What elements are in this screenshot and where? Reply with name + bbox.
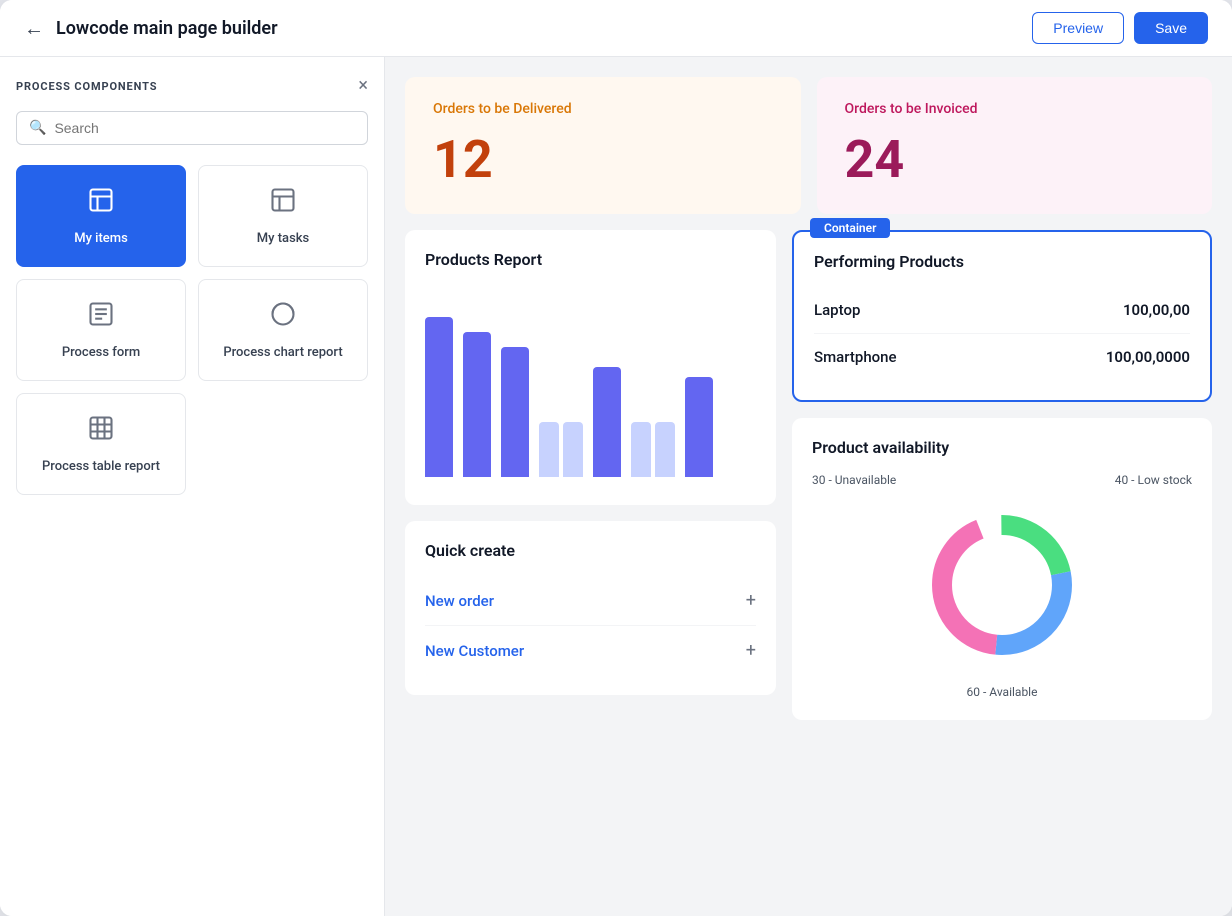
app-window: ← Lowcode main page builder Preview Save… (0, 0, 1232, 916)
bar-group-7 (685, 377, 713, 477)
sidebar-title: PROCESS COMPONENTS (16, 80, 157, 93)
laptop-name: Laptop (814, 301, 860, 319)
invoice-label: Orders to be Invoiced (845, 101, 1185, 117)
process-table-label: Process table report (42, 459, 160, 474)
save-button[interactable]: Save (1134, 12, 1208, 44)
main-content: PROCESS COMPONENTS × 🔍 My items (0, 57, 1232, 916)
my-tasks-icon (269, 186, 297, 221)
invoice-value: 24 (845, 129, 1185, 190)
page-title: Lowcode main page builder (56, 18, 278, 39)
header-left: ← Lowcode main page builder (24, 16, 278, 41)
bar-dark-2 (463, 332, 491, 477)
left-column: Products Report (405, 230, 776, 720)
sidebar-header: PROCESS COMPONENTS × (16, 77, 368, 95)
bar-chart (425, 285, 756, 485)
my-items-icon (87, 186, 115, 221)
bottom-section: Products Report (405, 230, 1212, 720)
deliver-value: 12 (433, 129, 773, 190)
deliver-label: Orders to be Delivered (433, 101, 773, 117)
header-actions: Preview Save (1032, 12, 1208, 44)
smartphone-name: Smartphone (814, 348, 897, 366)
product-availability-card: Product availability 30 - Unavailable 40… (792, 418, 1212, 720)
component-process-chart[interactable]: Process chart report (198, 279, 368, 381)
my-tasks-label: My tasks (257, 231, 309, 246)
smartphone-value: 100,00,0000 (1106, 348, 1190, 366)
new-order-label: New order (425, 592, 494, 610)
laptop-value: 100,00,00 (1123, 301, 1190, 319)
donut-wrapper (812, 495, 1192, 675)
legend-lowstock: 40 - Low stock (1115, 473, 1192, 487)
stat-card-invoice: Orders to be Invoiced 24 (817, 77, 1213, 214)
bar-dark-5 (593, 367, 621, 477)
bar-dark-1 (425, 317, 453, 477)
bar-group-5 (593, 367, 621, 477)
products-report-title: Products Report (425, 250, 756, 269)
bar-group-2 (463, 332, 491, 477)
donut-chart (912, 495, 1092, 675)
process-form-label: Process form (62, 345, 140, 360)
sidebar: PROCESS COMPONENTS × 🔍 My items (0, 57, 385, 916)
stat-row: Orders to be Delivered 12 Orders to be I… (405, 77, 1212, 214)
my-items-label: My items (74, 231, 128, 246)
bar-group-1 (425, 317, 453, 477)
legend-available: 60 - Available (967, 685, 1038, 699)
bar-light-6a (631, 422, 651, 477)
process-table-icon (87, 414, 115, 449)
canvas: Orders to be Delivered 12 Orders to be I… (385, 57, 1232, 916)
bar-dark-7 (685, 377, 713, 477)
new-customer-label: New Customer (425, 642, 524, 660)
bar-group-4 (539, 422, 583, 477)
search-input[interactable] (54, 120, 355, 136)
back-button[interactable]: ← (24, 16, 44, 41)
performing-products-card: Container Performing Products Laptop 100… (792, 230, 1212, 402)
new-customer-plus-icon: + (746, 640, 756, 661)
header: ← Lowcode main page builder Preview Save (0, 0, 1232, 57)
search-icon: 🔍 (29, 120, 46, 136)
component-my-items[interactable]: My items (16, 165, 186, 267)
quick-create-card: Quick create New order + New Customer + (405, 521, 776, 695)
bar-group-6 (631, 422, 675, 477)
bar-group-3 (501, 347, 529, 477)
bar-light-6b (655, 422, 675, 477)
preview-button[interactable]: Preview (1032, 12, 1124, 44)
component-grid: My items My tasks (16, 165, 368, 495)
container-badge: Container (810, 218, 890, 238)
process-chart-label: Process chart report (223, 345, 342, 360)
process-chart-icon (269, 300, 297, 335)
component-my-tasks[interactable]: My tasks (198, 165, 368, 267)
product-row-laptop: Laptop 100,00,00 (814, 287, 1190, 334)
bar-dark-4a (539, 422, 559, 477)
legend-unavailable: 30 - Unavailable (812, 473, 896, 487)
performing-products-title: Performing Products (814, 252, 1190, 271)
products-report-card: Products Report (405, 230, 776, 505)
quick-create-title: Quick create (425, 541, 756, 560)
component-process-table[interactable]: Process table report (16, 393, 186, 495)
stat-card-deliver: Orders to be Delivered 12 (405, 77, 801, 214)
product-row-smartphone: Smartphone 100,00,0000 (814, 334, 1190, 380)
bar-dark-4b (563, 422, 583, 477)
bar-dark-3 (501, 347, 529, 477)
search-box: 🔍 (16, 111, 368, 145)
process-form-icon (87, 300, 115, 335)
availability-title: Product availability (812, 438, 1192, 457)
quick-create-new-order[interactable]: New order + (425, 576, 756, 626)
close-icon[interactable]: × (358, 77, 368, 95)
component-process-form[interactable]: Process form (16, 279, 186, 381)
right-column: Container Performing Products Laptop 100… (792, 230, 1212, 720)
quick-create-new-customer[interactable]: New Customer + (425, 626, 756, 675)
new-order-plus-icon: + (746, 590, 756, 611)
